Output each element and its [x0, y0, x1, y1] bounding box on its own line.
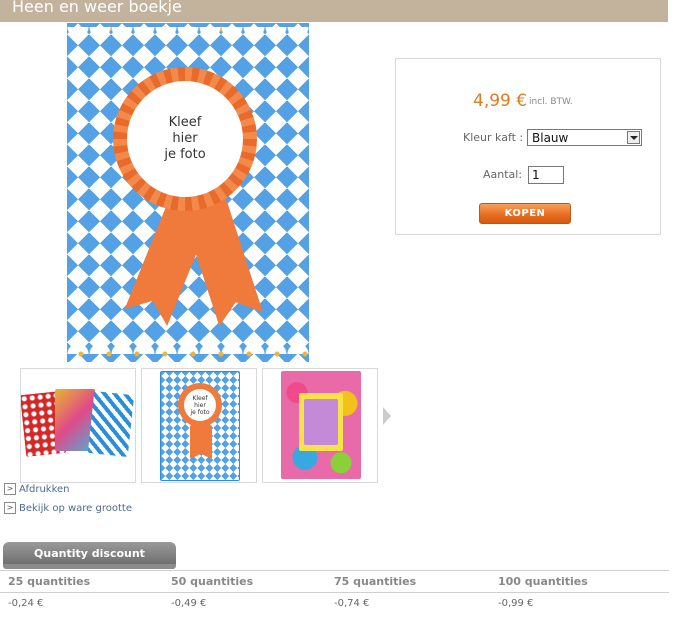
buy-button[interactable]: KOPEN [479, 203, 571, 224]
caption-line-2: hier [172, 131, 198, 146]
price: 4,99 € [473, 91, 528, 111]
caption-line-3: je foto [164, 147, 206, 162]
thumbnail-3[interactable] [262, 368, 378, 483]
discount-value-75: -0,74 € [334, 598, 370, 609]
discount-table-divider [0, 592, 669, 593]
cover-color-value: Blauw [532, 131, 569, 145]
cover-color-select[interactable]: Blauw [527, 129, 642, 146]
rosette: Kleef hier je foto [113, 67, 257, 211]
page-title: Heen en weer boekje [12, 0, 182, 16]
thumb-card-blue [87, 391, 135, 457]
full-size-link[interactable]: > Bekijk op ware grootte [4, 502, 132, 515]
chevron-right-icon: > [4, 483, 16, 495]
arrow-right-icon[interactable] [383, 407, 391, 425]
thumbnail-2[interactable]: Kleef hier je foto [141, 368, 257, 483]
buy-panel: 4,99 € incl. BTW. Kleur kaft : Blauw Aan… [395, 58, 661, 235]
discount-table-divider-top [0, 570, 669, 571]
discount-value-100: -0,99 € [498, 598, 534, 609]
thumb-photo-area [304, 399, 338, 445]
thumb-caption-line-1: Kleef [192, 395, 208, 402]
quantity-input[interactable]: 1 [528, 166, 564, 184]
photo-circle: Kleef hier je foto [127, 81, 243, 197]
photo-placeholder-text: Kleef hier je foto [127, 115, 243, 163]
discount-header-100: 100 quantities [498, 575, 588, 588]
full-size-link-label[interactable]: Bekijk op ware grootte [19, 503, 132, 514]
thumbnail-1[interactable] [20, 368, 136, 483]
thumb-caption-line-3: je foto [190, 409, 210, 416]
chevron-right-icon: > [4, 502, 16, 514]
discount-header-50: 50 quantities [171, 575, 254, 588]
thumb-caption-line-2: hier [194, 402, 206, 409]
chevron-down-icon[interactable] [627, 131, 640, 144]
price-note: incl. BTW. [529, 97, 573, 107]
quantity-label: Aantal: [483, 168, 523, 181]
caption-line-1: Kleef [168, 115, 202, 130]
quantity-discount-tab[interactable]: Quantity discount [3, 542, 176, 564]
discount-value-50: -0,49 € [171, 598, 207, 609]
thumb-photo-circle: Kleef hier je foto [184, 389, 216, 421]
quantity-discount-tab-edge [3, 564, 176, 569]
print-link-label[interactable]: Afdrukken [19, 484, 70, 495]
print-link[interactable]: > Afdrukken [4, 483, 70, 496]
discount-value-25: -0,24 € [8, 598, 44, 609]
star-border-bottom [67, 350, 309, 358]
thumb-ribbon [190, 425, 212, 459]
discount-header-75: 75 quantities [334, 575, 417, 588]
lace-border-top [67, 27, 309, 47]
discount-header-25: 25 quantities [8, 575, 91, 588]
title-bar: Heen en weer boekje [0, 0, 668, 22]
product-main-image[interactable]: Kleef hier je foto [67, 23, 309, 362]
cover-color-label: Kleur kaft : [463, 131, 524, 144]
